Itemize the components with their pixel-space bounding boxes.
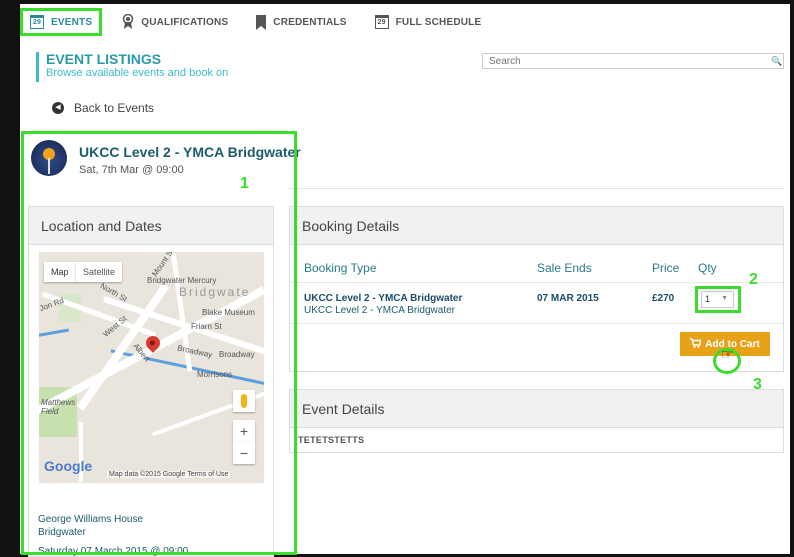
- booking-row-title: UKCC Level 2 - YMCA Bridgwater: [304, 293, 463, 304]
- nav-credentials[interactable]: CREDENTIALS: [248, 8, 354, 36]
- search-icon[interactable]: 🔍: [771, 56, 782, 67]
- nav-events[interactable]: 29 EVENTS: [20, 8, 103, 36]
- cart-icon: [690, 337, 703, 351]
- page-subtitle: Browse available events and book on: [46, 67, 229, 79]
- search-input[interactable]: [482, 53, 784, 69]
- nav-credentials-label: CREDENTIALS: [273, 16, 347, 28]
- booking-row-subtitle: UKCC Level 2 - YMCA Bridgwater: [304, 305, 455, 316]
- annotation-box-quantity: [695, 286, 741, 313]
- event-details-body: TETETSTETTS: [298, 435, 365, 445]
- booking-row-price: £270: [652, 293, 675, 304]
- frame-right: [790, 0, 794, 557]
- back-to-events-link[interactable]: ◀ Back to Events: [52, 101, 154, 115]
- hand-pointer-cursor-icon: ☞: [721, 346, 734, 362]
- column-header-qty: Qty: [698, 261, 717, 275]
- nav-qualifications-label: QUALIFICATIONS: [141, 16, 229, 28]
- column-header-price: Price: [652, 261, 680, 275]
- top-nav: 29 EVENTS QUALIFICATIONS CREDENTIALS 29 …: [20, 4, 790, 40]
- calendar-icon: 29: [30, 15, 44, 29]
- bookmark-icon: [256, 14, 267, 30]
- annotation-number-1: 1: [240, 175, 249, 192]
- page-title: EVENT LISTINGS: [46, 51, 162, 67]
- back-arrow-icon: ◀: [52, 102, 64, 114]
- event-details-heading: Event Details: [290, 390, 783, 428]
- divider: [290, 282, 783, 283]
- frame-left: [0, 0, 20, 557]
- award-ribbon-icon: [122, 14, 134, 30]
- nav-full-schedule-label: FULL SCHEDULE: [395, 16, 482, 28]
- annotation-number-2: 2: [749, 271, 758, 288]
- back-label: Back to Events: [74, 101, 155, 115]
- annotation-box-event-info: [21, 131, 297, 555]
- annotation-number-3: 3: [753, 376, 762, 393]
- calendar-icon: 29: [374, 15, 389, 29]
- page-header: EVENT LISTINGS Browse available events a…: [36, 52, 228, 82]
- divider: [290, 323, 783, 324]
- nav-qualifications[interactable]: QUALIFICATIONS: [114, 8, 236, 36]
- booking-heading: Booking Details: [290, 207, 783, 245]
- nav-events-label: EVENTS: [51, 16, 93, 28]
- column-header-sale-ends: Sale Ends: [537, 261, 592, 275]
- booking-row-sale-ends: 07 MAR 2015: [537, 293, 599, 304]
- divider: [288, 188, 784, 189]
- nav-full-schedule[interactable]: 29 FULL SCHEDULE: [367, 8, 490, 36]
- column-header-booking-type: Booking Type: [304, 261, 377, 275]
